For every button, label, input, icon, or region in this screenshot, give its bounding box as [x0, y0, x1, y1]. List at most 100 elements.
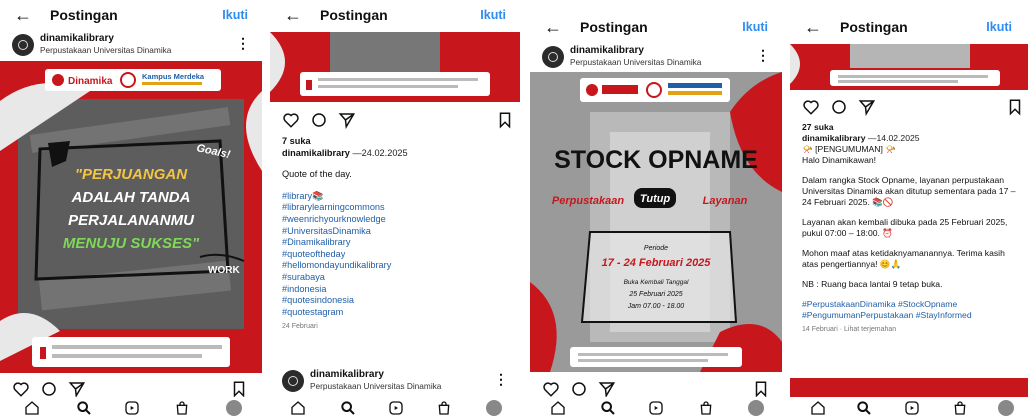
post-author[interactable]: dinamikalibrary Perpustakaan Universitas… — [530, 44, 782, 70]
like-count[interactable]: 7 suka — [282, 136, 512, 148]
share-send-icon[interactable] — [338, 111, 356, 129]
caption-username[interactable]: dinamikalibrary — [802, 133, 866, 143]
like-heart-icon[interactable] — [282, 111, 300, 129]
bottom-nav — [790, 397, 1028, 419]
poster-subtitle-mid: Tutup — [640, 193, 671, 205]
home-icon[interactable] — [290, 400, 306, 416]
poster-tag-work: WORK — [208, 265, 240, 276]
author-fullname: Perpustakaan Universitas Dinamika — [40, 45, 172, 55]
profile-avatar-icon[interactable] — [748, 400, 764, 416]
caption-greeting: Halo Dinamikawan! — [802, 155, 877, 165]
quote-line-1: "PERJUANGAN — [75, 166, 188, 183]
hashtag[interactable]: #hellomondayundikalibrary — [282, 260, 512, 272]
search-icon[interactable] — [340, 400, 356, 416]
hashtags[interactable]: #PerpustakaanDinamika #StockOpname #Peng… — [802, 299, 1022, 321]
top-bar: ← Postingan Ikuti — [530, 0, 782, 36]
page-title: Postingan — [840, 19, 908, 35]
home-icon[interactable] — [24, 400, 40, 416]
post-image-bottom-crop[interactable] — [790, 44, 1028, 90]
share-send-icon[interactable] — [858, 98, 876, 116]
hashtag[interactable]: #library📚 — [282, 191, 512, 203]
caption-note: NB : Ruang baca lantai 9 tetap buka. — [802, 279, 943, 289]
follow-button[interactable]: Ikuti — [480, 8, 506, 22]
hashtag[interactable]: #quoteoftheday — [282, 249, 512, 261]
bookmark-icon[interactable] — [752, 380, 770, 398]
search-icon[interactable] — [76, 400, 92, 416]
hashtag[interactable]: #UniversitasDinamika — [282, 226, 512, 238]
more-options-icon[interactable]: ⋮ — [236, 34, 250, 52]
hashtag[interactable]: #librarylearningcommons — [282, 202, 512, 214]
share-send-icon[interactable] — [68, 380, 86, 398]
follow-button[interactable]: Ikuti — [222, 8, 248, 22]
comment-icon[interactable] — [310, 111, 328, 129]
comment-icon[interactable] — [40, 380, 58, 398]
bookmark-icon[interactable] — [496, 111, 514, 129]
follow-button[interactable]: Ikuti — [986, 20, 1012, 34]
post-image-bottom-crop[interactable] — [270, 32, 520, 102]
reels-icon[interactable] — [648, 400, 664, 416]
comment-icon[interactable] — [570, 380, 588, 398]
hashtag[interactable]: #indonesia — [282, 284, 512, 296]
post-screen-1: ← Postingan Ikuti dinamikalibrary Perpus… — [0, 0, 262, 419]
back-arrow-icon[interactable]: ← — [284, 6, 302, 24]
author-username[interactable]: dinamikalibrary — [570, 45, 644, 57]
profile-avatar-icon[interactable] — [226, 400, 242, 416]
like-heart-icon[interactable] — [802, 98, 820, 116]
author-username[interactable]: dinamikalibrary — [310, 369, 384, 381]
back-arrow-icon[interactable]: ← — [804, 18, 822, 36]
bottom-nav — [270, 397, 520, 419]
shop-bag-icon[interactable] — [698, 400, 714, 416]
see-translation-link[interactable]: Lihat terjemahan — [844, 326, 896, 333]
caption-text: Quote of the day. — [282, 169, 352, 180]
home-icon[interactable] — [550, 400, 566, 416]
home-icon[interactable] — [810, 400, 826, 416]
like-count[interactable]: 27 suka — [802, 122, 1022, 133]
post-image[interactable]: STOCK OPNAME Perpustakaan Tutup Layanan … — [530, 72, 782, 372]
follow-button[interactable]: Ikuti — [742, 20, 768, 34]
like-heart-icon[interactable] — [542, 380, 560, 398]
next-post-author[interactable]: dinamikalibrary Perpustakaan Universitas… — [270, 368, 520, 394]
hashtag[interactable]: #quotestagram — [282, 307, 512, 319]
reels-icon[interactable] — [388, 400, 404, 416]
avatar[interactable] — [12, 34, 34, 56]
back-arrow-icon[interactable]: ← — [544, 18, 562, 36]
post-author[interactable]: dinamikalibrary Perpustakaan Universitas… — [0, 32, 262, 58]
caption-paragraph: Mohon maaf atas ketidaknyamanannya. Teri… — [802, 248, 1005, 269]
profile-avatar-icon[interactable] — [486, 400, 502, 416]
profile-avatar-icon[interactable] — [998, 400, 1014, 416]
author-fullname: Perpustakaan Universitas Dinamika — [570, 57, 702, 67]
more-options-icon[interactable]: ⋮ — [494, 370, 508, 388]
share-send-icon[interactable] — [598, 380, 616, 398]
bookmark-icon[interactable] — [230, 380, 248, 398]
poster-badge-title: Kampus Merdeka — [142, 72, 205, 81]
search-icon[interactable] — [856, 400, 872, 416]
shop-bag-icon[interactable] — [436, 400, 452, 416]
bottom-nav — [0, 397, 262, 419]
page-title: Postingan — [320, 7, 388, 23]
reels-icon[interactable] — [904, 400, 920, 416]
hashtag[interactable]: #Dinamikalibrary — [282, 237, 512, 249]
avatar[interactable] — [282, 370, 304, 392]
reels-icon[interactable] — [124, 400, 140, 416]
poster-reopen-date: 25 Februari 2025 — [628, 291, 682, 298]
like-heart-icon[interactable] — [12, 380, 30, 398]
comment-icon[interactable] — [830, 98, 848, 116]
hashtag[interactable]: #surabaya — [282, 272, 512, 284]
next-post-image-peek[interactable] — [790, 378, 1028, 398]
avatar[interactable] — [542, 46, 564, 68]
author-fullname: Perpustakaan Universitas Dinamika — [310, 381, 442, 391]
shop-bag-icon[interactable] — [174, 400, 190, 416]
back-arrow-icon[interactable]: ← — [14, 6, 32, 24]
top-bar: ← Postingan Ikuti — [0, 0, 262, 30]
quote-line-2: ADALAH TANDA — [71, 189, 191, 206]
post-image[interactable]: Dinamika Kampus Merdeka "PERJUANGAN ADAL… — [0, 61, 262, 373]
bookmark-icon[interactable] — [1006, 98, 1024, 116]
hashtag[interactable]: #weenrichyourknowledge — [282, 214, 512, 226]
caption-username[interactable]: dinamikalibrary — [282, 148, 350, 158]
hashtag[interactable]: #quotesindonesia — [282, 295, 512, 307]
search-icon[interactable] — [600, 400, 616, 416]
shop-bag-icon[interactable] — [952, 400, 968, 416]
author-username[interactable]: dinamikalibrary — [40, 33, 114, 45]
caption-date: —14.02.2025 — [867, 133, 920, 143]
more-options-icon[interactable]: ⋮ — [756, 46, 770, 64]
